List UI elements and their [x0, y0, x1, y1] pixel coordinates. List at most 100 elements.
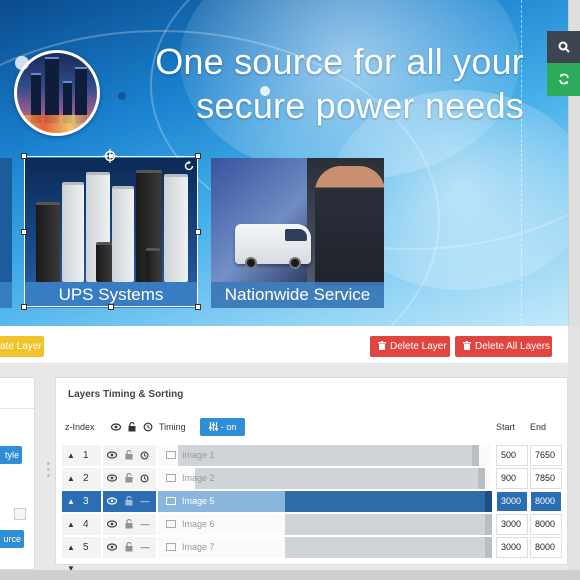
timeline-bar-end[interactable] — [478, 468, 485, 489]
service-van — [235, 224, 311, 269]
timeline-track[interactable]: Image 1 — [158, 445, 492, 466]
unlock-icon[interactable] — [125, 450, 133, 460]
start-time-input[interactable]: 3000 — [496, 537, 528, 558]
duplicate-layer-button[interactable]: ate Layer — [0, 336, 44, 357]
timing-toggle-button[interactable]: - on — [200, 418, 245, 436]
refresh-button[interactable] — [547, 63, 580, 96]
eye-icon — [111, 423, 121, 431]
row-toggles — [103, 445, 157, 466]
slide-canvas[interactable]: One source for all your secure power nee… — [0, 0, 568, 326]
timeline-bar[interactable] — [285, 537, 492, 558]
history-icon[interactable] — [140, 451, 149, 460]
visibility-eye-icon[interactable] — [107, 520, 117, 528]
unlock-icon[interactable] — [125, 542, 133, 552]
unlock-icon[interactable] — [125, 496, 133, 506]
timeline-bar-end[interactable] — [485, 491, 492, 512]
zindex-cell[interactable]: ▲▼2 — [62, 468, 102, 504]
trash-icon — [378, 341, 386, 350]
history-icon[interactable] — [140, 474, 149, 483]
visibility-eye-icon[interactable] — [107, 497, 117, 505]
search-button[interactable] — [547, 31, 580, 63]
engineer-figure — [315, 166, 384, 286]
visibility-eye-icon[interactable] — [107, 451, 117, 459]
end-time-input[interactable]: 7650 — [530, 445, 562, 466]
resize-handle-nw[interactable] — [21, 153, 27, 159]
source-button[interactable]: urce — [0, 530, 24, 548]
timing-header-row: z-Index Timing - on Start End — [56, 418, 567, 436]
trash-icon — [463, 341, 471, 350]
timeline-bar-end[interactable] — [485, 537, 492, 558]
end-time-input[interactable]: 8000 — [530, 514, 562, 535]
bottom-scrollbar[interactable] — [0, 570, 580, 580]
zindex-cell[interactable]: ▲▼3 — [62, 491, 102, 527]
image-layer-partial[interactable] — [0, 158, 12, 308]
slide-headline[interactable]: One source for all your secure power nee… — [104, 40, 524, 128]
resize-handle-se[interactable] — [195, 304, 201, 310]
timeline-bar[interactable] — [285, 514, 492, 535]
row-toggles: — — [103, 537, 157, 558]
no-history-dash: — — [140, 519, 150, 529]
decor-dot — [15, 56, 29, 70]
layer-name: Image 1 — [166, 445, 215, 466]
crosshair-icon[interactable] — [103, 149, 117, 163]
layer-row[interactable]: ▲▼3 — Image 5 30008000 — [62, 491, 563, 527]
layer-row[interactable]: ▲▼1 Image 1 5007650 — [62, 445, 563, 481]
right-gutter — [568, 326, 580, 570]
van-wheel — [245, 257, 257, 269]
resize-handle-sw[interactable] — [21, 304, 27, 310]
layer-row[interactable]: ▲▼2 Image 2 9007850 — [62, 468, 563, 504]
van-window — [285, 229, 307, 241]
zindex-value: 1 — [83, 450, 89, 461]
timing-header: Timing — [159, 422, 186, 432]
textarea-resize-handle[interactable] — [14, 508, 26, 520]
image-icon — [166, 451, 176, 459]
tower-shape — [45, 57, 59, 123]
resize-handle-s[interactable] — [108, 304, 114, 310]
search-icon — [558, 41, 570, 53]
timeline-track[interactable]: Image 5 — [158, 491, 492, 512]
timeline-bar[interactable] — [285, 491, 492, 512]
end-time-input[interactable]: 8000 — [530, 537, 562, 558]
rotate-icon[interactable] — [183, 160, 195, 172]
timing-toggle-label: - on — [220, 422, 237, 432]
start-header: Start — [496, 422, 516, 432]
end-time-input[interactable]: 7850 — [530, 468, 562, 489]
timeline-track[interactable]: Image 6 — [158, 514, 492, 535]
layer-row[interactable]: ▲ ▼ 5 — Image 7 3000 8000 — [62, 537, 563, 573]
resize-handle-ne[interactable] — [195, 153, 201, 159]
resize-handle-w[interactable] — [21, 229, 27, 235]
start-time-input[interactable]: 3000 — [496, 514, 528, 535]
style-button[interactable]: tyle — [0, 446, 22, 464]
end-time-input[interactable]: 8000 — [530, 491, 562, 512]
resize-handle-e[interactable] — [195, 229, 201, 235]
panel-drag-grip[interactable] — [47, 462, 51, 482]
timeline-bar[interactable] — [195, 468, 485, 489]
layer-row[interactable]: ▲▼4 — Image 6 30008000 — [62, 514, 563, 550]
start-time-input[interactable]: 900 — [496, 468, 528, 489]
image-icon — [166, 543, 176, 551]
start-time-input[interactable]: 500 — [496, 445, 528, 466]
city-lights — [17, 115, 97, 133]
unlock-icon[interactable] — [125, 473, 133, 483]
visibility-eye-icon[interactable] — [107, 474, 117, 482]
timeline-bar[interactable] — [178, 445, 479, 466]
van-wheel — [289, 257, 301, 269]
timeline-track[interactable]: Image 2 — [158, 468, 492, 489]
visibility-eye-icon[interactable] — [107, 543, 117, 551]
row-toggles — [103, 468, 157, 489]
timeline-bar-end[interactable] — [485, 514, 492, 535]
tile-caption-nationwide: Nationwide Service — [211, 282, 384, 308]
tile-caption — [0, 282, 12, 308]
delete-layer-button[interactable]: Delete Layer — [370, 336, 450, 357]
image-layer-nationwide-service[interactable]: Nationwide Service — [211, 158, 384, 308]
zindex-cell[interactable]: ▲▼1 — [62, 445, 102, 481]
zindex-cell[interactable]: ▲ ▼ 5 — [62, 537, 102, 573]
selection-frame — [24, 156, 198, 307]
lock-icon — [128, 422, 136, 432]
start-time-input[interactable]: 3000 — [496, 491, 528, 512]
timeline-track[interactable]: Image 7 — [158, 537, 492, 558]
timeline-bar-end[interactable] — [472, 445, 479, 466]
zindex-cell[interactable]: ▲▼4 — [62, 514, 102, 550]
delete-all-layers-button[interactable]: Delete All Layers — [455, 336, 552, 357]
unlock-icon[interactable] — [125, 519, 133, 529]
